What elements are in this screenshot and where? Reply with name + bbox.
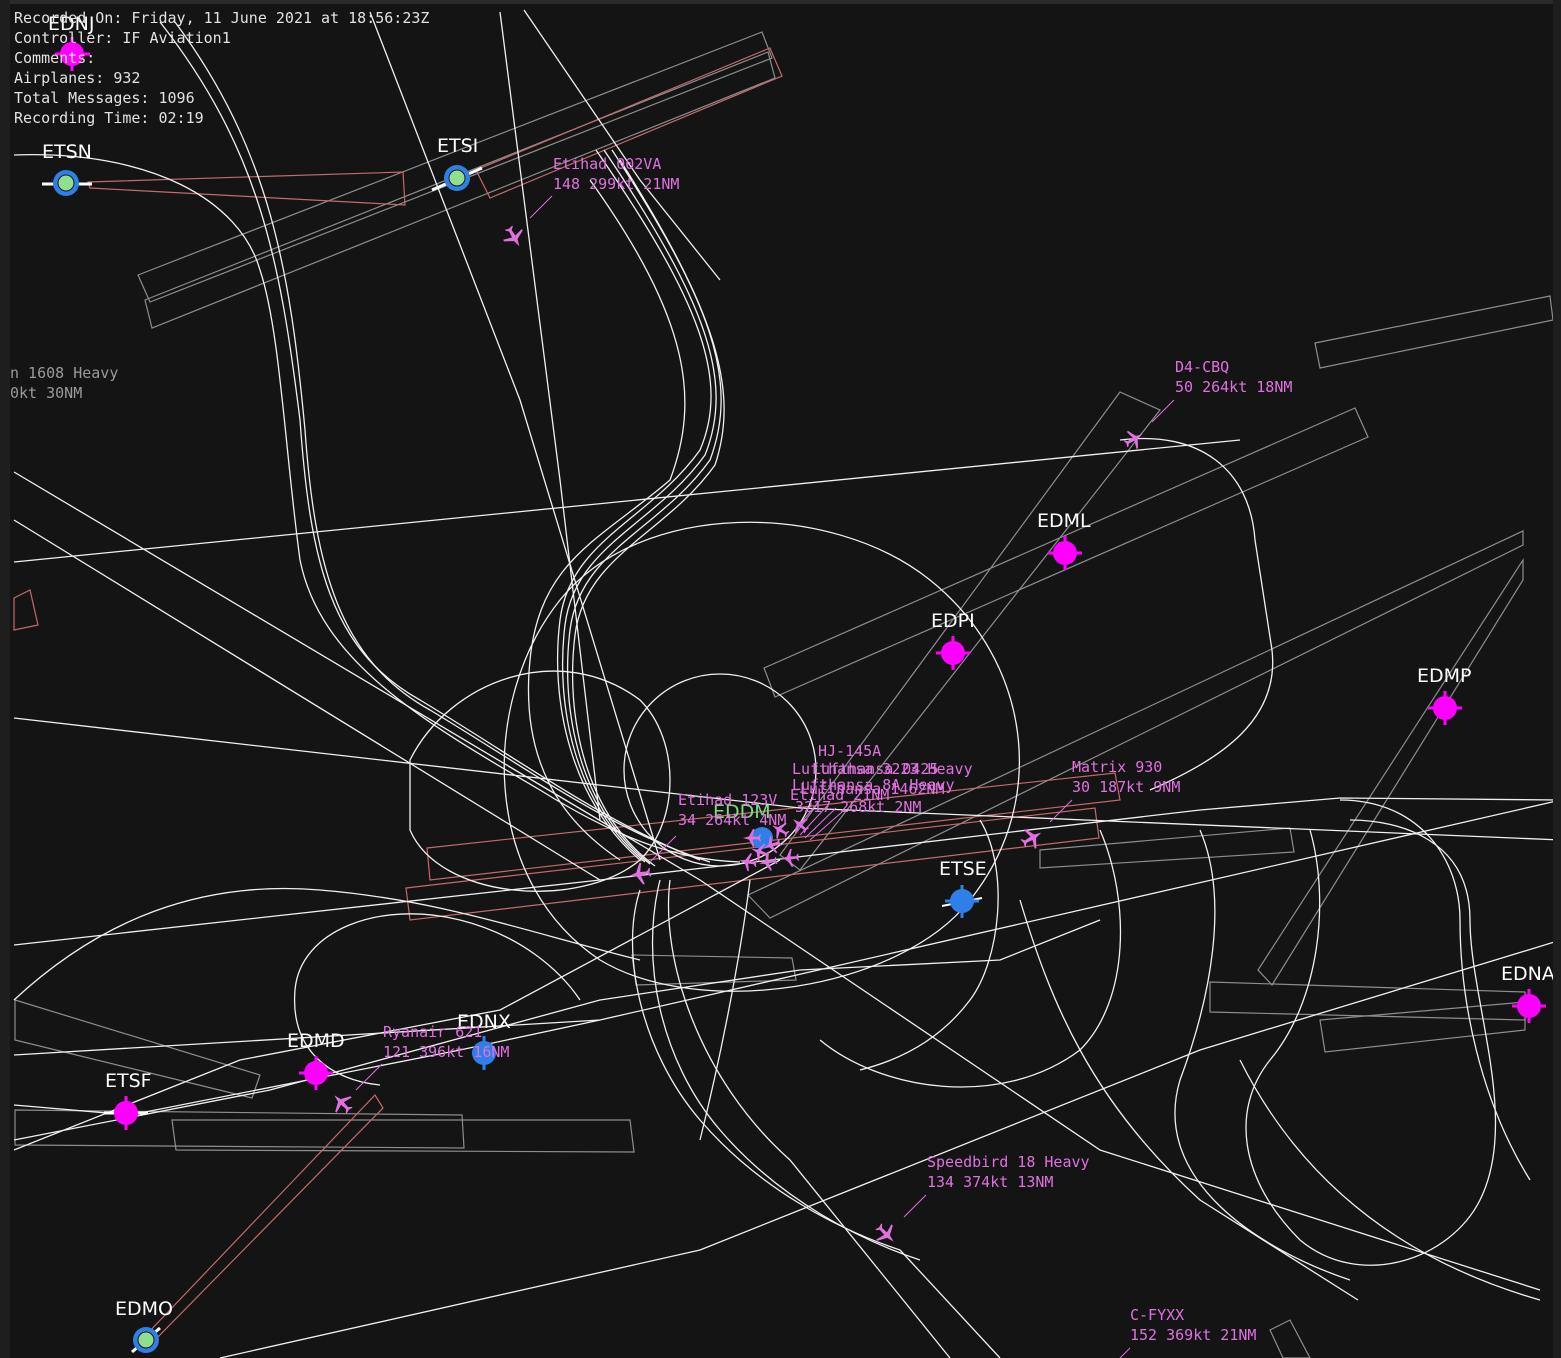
aircraft-info: 0kt 30NM: [10, 384, 82, 402]
airport-magenta-icon: [104, 1096, 148, 1130]
aircraft-info: 148 299kt 21NM: [553, 175, 679, 193]
airports: EDNJ ETSN ETSI EDML EDPI EDMP EDDM ETSE …: [42, 13, 1555, 1354]
recording-info-panel: Recorded On: Friday, 11 June 2021 at 18:…: [14, 8, 429, 128]
aircraft-callsign: Speedbird 18 Heavy: [927, 1153, 1090, 1171]
airport-magenta-icon: [936, 636, 970, 670]
approach-zones: [14, 31, 1554, 1358]
airport-edml[interactable]: EDML: [1037, 510, 1091, 570]
airport-label: EDMO: [115, 1298, 173, 1320]
airport-etsn[interactable]: ETSN: [42, 141, 92, 196]
aircraft-c-fyxx[interactable]: C-FYXX 152 369kt 21NM: [1119, 1306, 1256, 1358]
window-left-border: [0, 0, 10, 1358]
airport-label: EDML: [1037, 510, 1091, 532]
airport-label: ETSN: [42, 141, 92, 163]
controller-text: Controller: IF Aviation1: [14, 29, 231, 47]
airplane-icon: [757, 851, 779, 873]
aircraft-offscreen[interactable]: n 1608 Heavy 0kt 30NM: [10, 364, 118, 402]
aircraft-callsign: Matrix 930: [1072, 758, 1162, 776]
airport-magenta-icon: [299, 1056, 333, 1090]
aircraft-hj-145a[interactable]: HJ-145A: [818, 742, 881, 760]
aircraft-info: 152 369kt 21NM: [1130, 1326, 1256, 1344]
aircraft-callsign: Etihad 123V: [678, 791, 777, 809]
airport-edmd[interactable]: EDMD: [287, 1030, 345, 1090]
aircraft-callsign: C-FYXX: [1130, 1306, 1184, 1324]
airplanes-count-text: Airplanes: 932: [14, 69, 141, 87]
aircraft-speedbird-18-heavy[interactable]: Speedbird 18 Heavy 134 374kt 13NM: [870, 1153, 1090, 1250]
airport-label: ETSE: [939, 858, 987, 880]
aircraft-info: 121 396kt 16NM: [383, 1043, 509, 1061]
aircraft-layer: Etihad 002VA 148 299kt 21NM D4-CBQ 50 26…: [10, 155, 1292, 1358]
airport-magenta-icon: [1428, 691, 1462, 725]
airport-label: EDPI: [931, 610, 975, 632]
airplane-icon: [627, 861, 653, 887]
recording-time-text: Recording Time: 02:19: [14, 109, 204, 127]
airport-magenta-icon: [1512, 989, 1546, 1023]
total-messages-text: Total Messages: 1096: [14, 89, 195, 107]
airplane-icon: [1017, 823, 1047, 853]
aircraft-callsign: Etihad 002VA: [553, 155, 661, 173]
airport-blue-icon: [941, 885, 983, 918]
aircraft-info: 30 187kt 9NM: [1072, 778, 1180, 796]
airplane-icon: [737, 851, 759, 873]
airport-label: ETSI: [437, 135, 478, 157]
cluster-label: 3217 268kt 2NM: [795, 798, 921, 816]
airport-edna[interactable]: EDNA: [1501, 963, 1555, 1023]
airport-edmp[interactable]: EDMP: [1417, 665, 1472, 725]
aircraft-callsign: n 1608 Heavy: [10, 364, 118, 382]
aircraft-info: 134 374kt 13NM: [927, 1173, 1053, 1191]
aircraft-info: 34 264kt 4NM: [678, 811, 786, 829]
airplane-icon: [499, 222, 529, 252]
airport-label: ETSF: [105, 1070, 152, 1092]
airport-blue-green-icon: [131, 1326, 161, 1354]
aircraft-callsign: Ryanair 621: [383, 1023, 482, 1041]
flight-tracks: [13, 9, 1561, 1358]
comments-text: Comments:: [14, 49, 96, 67]
aircraft-callsign: D4-CBQ: [1175, 358, 1229, 376]
radar-map[interactable]: EDNJ ETSN ETSI EDML EDPI EDMP EDDM ETSE …: [0, 0, 1561, 1358]
airport-label: EDMP: [1417, 665, 1472, 687]
airport-blue-green-icon: [42, 170, 92, 196]
airport-label: EDMD: [287, 1030, 345, 1052]
aircraft-info: 50 264kt 18NM: [1175, 378, 1292, 396]
window-right-border: [1553, 0, 1561, 1358]
airport-edmo[interactable]: EDMO: [115, 1298, 173, 1354]
aircraft-callsign: HJ-145A: [818, 742, 881, 760]
recorded-on-text: Recorded On: Friday, 11 June 2021 at 18:…: [14, 9, 430, 27]
airport-label: EDNA: [1501, 963, 1555, 985]
